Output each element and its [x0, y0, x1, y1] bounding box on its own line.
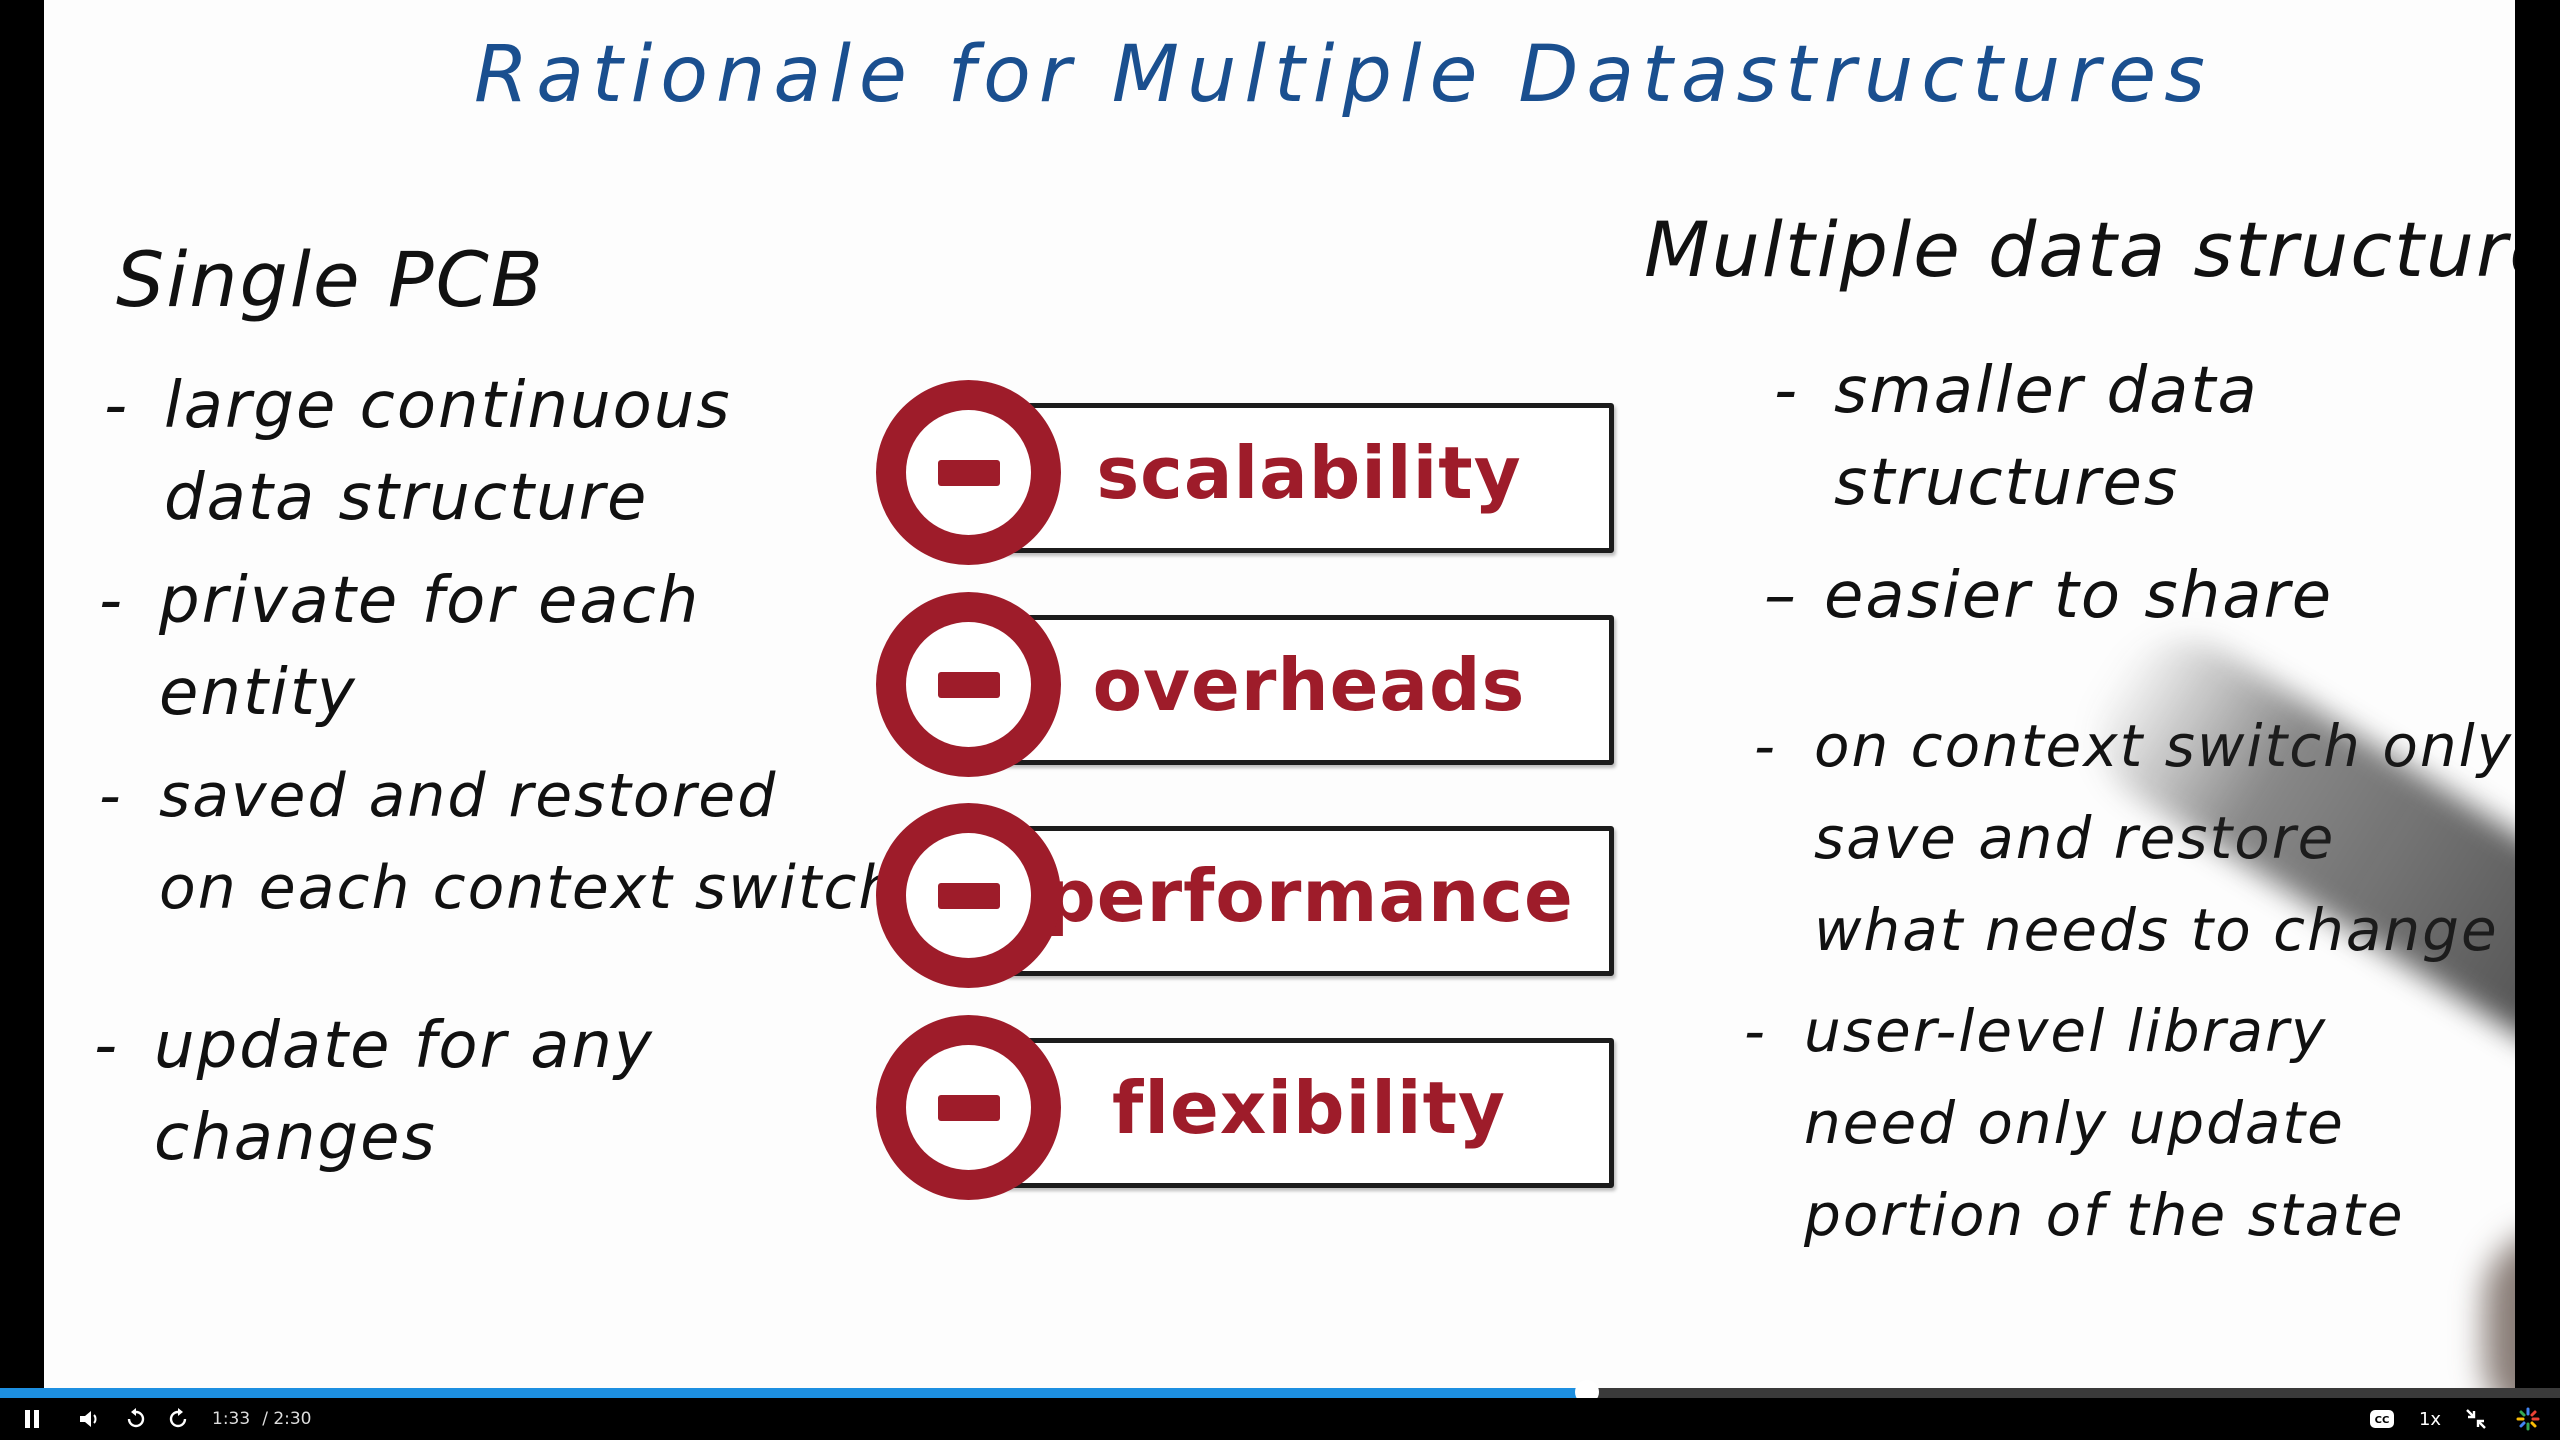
left-bullet-4-line-2: changes [154, 1101, 437, 1175]
center-item-overheads: overheads [834, 592, 1734, 777]
left-bullet-3: - saved and restored on each context swit… [99, 761, 899, 923]
minus-circle-icon [876, 803, 1061, 988]
rewind-icon [127, 1408, 145, 1428]
svg-text:CC: CC [2375, 1415, 2390, 1426]
right-bullet-1: - smaller data structures [1774, 354, 2259, 520]
presenter-hand [2484, 1230, 2515, 1390]
right-bullet-2: – easier to share [1764, 559, 2334, 633]
volume-button[interactable] [70, 1398, 110, 1440]
right-bullet-4-line-1: user-level library [1804, 997, 2328, 1065]
exit-fullscreen-icon [2466, 1409, 2486, 1429]
progress-bar[interactable] [0, 1380, 2560, 1404]
minus-circle-icon [876, 1015, 1061, 1200]
minus-circle-icon [876, 380, 1061, 565]
player-controls: 1:33 / 2:30 CC 1x [0, 1398, 2560, 1440]
center-item-performance: performance [834, 803, 1734, 988]
minus-circle-icon [876, 592, 1061, 777]
left-bullet-3-line-2: on each context switch [159, 853, 899, 923]
lesson-title: Rationale for Multiple Datastructures [474, 30, 2213, 120]
right-bullet-2-line-1: easier to share [1824, 559, 2334, 633]
progress-played [0, 1388, 1588, 1398]
left-bullet-1-line-1: large continuous [164, 369, 732, 443]
item-label: performance [1044, 854, 1574, 938]
item-label: overheads [1092, 643, 1526, 727]
forward-icon [169, 1408, 187, 1428]
speed-button[interactable]: 1x [2410, 1398, 2450, 1440]
current-time: 1:33 [212, 1409, 251, 1429]
left-bullet-2-line-1: private for each [159, 564, 701, 638]
right-bullet-1-line-2: structures [1834, 446, 2180, 520]
right-bullet-4: - user-level library need only update por… [1744, 997, 2405, 1249]
center-item-scalability: scalability [834, 380, 1734, 565]
right-bullet-4-line-2: need only update [1804, 1089, 2345, 1157]
right-heading: Multiple data structures [1644, 205, 2515, 294]
left-bullet-4-line-1: update for any [154, 1009, 654, 1083]
right-bullet-4-line-3: portion of the state [1804, 1181, 2405, 1249]
left-bullet-1-line-2: data structure [164, 461, 649, 535]
exit-fullscreen-button[interactable] [2456, 1398, 2496, 1440]
whiteboard: Rationale for Multiple Datastructures Si… [44, 0, 2515, 1390]
left-bullet-3-line-1: saved and restored [159, 761, 778, 831]
pause-button[interactable] [14, 1398, 50, 1440]
left-heading: Single PCB [116, 235, 545, 324]
captions-button[interactable]: CC [2362, 1398, 2402, 1440]
item-label: flexibility [1112, 1066, 1506, 1150]
volume-icon [80, 1411, 97, 1427]
forward-button[interactable] [160, 1398, 196, 1440]
rewind-button[interactable] [118, 1398, 154, 1440]
cc-icon: CC [2370, 1410, 2394, 1428]
left-bullet-2: - private for each entity [99, 564, 701, 730]
brand-icon [2516, 1407, 2540, 1431]
video-frame[interactable]: Rationale for Multiple Datastructures Si… [0, 0, 2560, 1390]
right-bullet-1-line-1: smaller data [1834, 354, 2259, 428]
left-bullet-1: - large continuous data structure [104, 369, 732, 535]
center-item-flexibility: flexibility [834, 1015, 1734, 1200]
time-display: 1:33 / 2:30 [212, 1398, 312, 1440]
brand-button[interactable] [2508, 1398, 2548, 1440]
left-bullet-4: - update for any changes [94, 1009, 654, 1175]
item-label: scalability [1096, 431, 1522, 515]
pause-icon [25, 1410, 39, 1428]
left-bullet-2-line-2: entity [159, 656, 357, 730]
duration: / 2:30 [262, 1409, 312, 1429]
